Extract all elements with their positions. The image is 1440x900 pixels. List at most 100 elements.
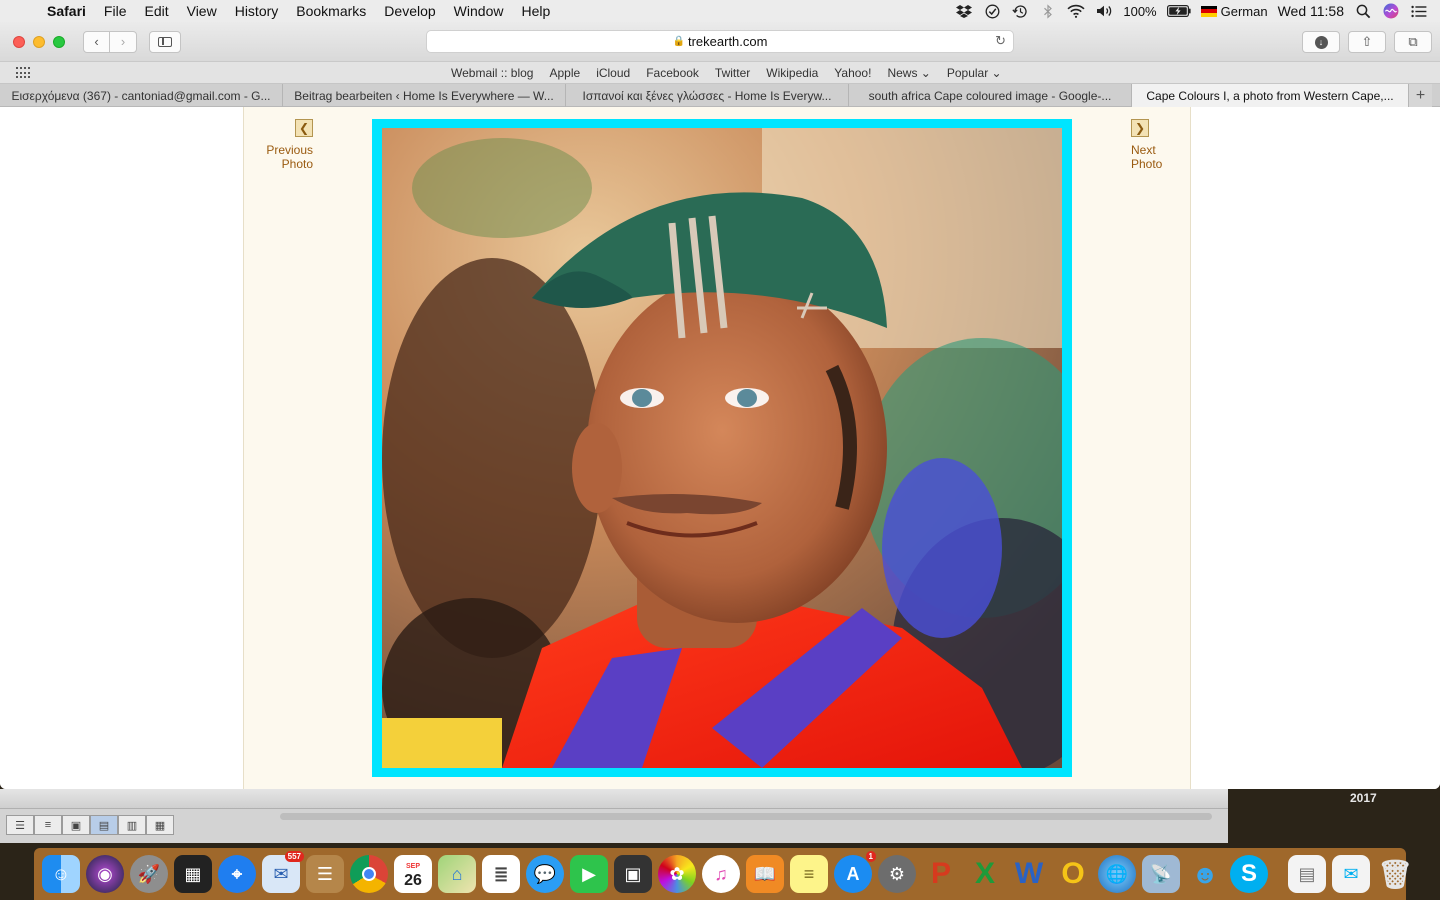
- view-list-icon[interactable]: ☰: [6, 815, 34, 835]
- skype-icon[interactable]: S: [1230, 855, 1268, 893]
- menu-develop[interactable]: Develop: [375, 0, 444, 22]
- excel-icon[interactable]: X: [966, 855, 1004, 893]
- clock[interactable]: Wed 11:58: [1278, 3, 1344, 19]
- minimize-window-button[interactable]: [33, 35, 45, 48]
- app-store-icon[interactable]: A1: [834, 851, 876, 893]
- menu-file[interactable]: File: [95, 0, 136, 22]
- next-photo-label-line1[interactable]: Next: [1131, 143, 1179, 157]
- next-photo-label-line2[interactable]: Photo: [1131, 157, 1179, 171]
- back-button[interactable]: ‹: [83, 30, 110, 53]
- sidebar-icon: [158, 36, 172, 47]
- messenger-buddies-icon[interactable]: ☻: [1186, 855, 1224, 893]
- background-window-header: [0, 789, 1228, 809]
- favorite-yahoo[interactable]: Yahoo!: [834, 66, 871, 80]
- view-detail-icon[interactable]: ▤: [90, 815, 118, 835]
- favorite-twitter[interactable]: Twitter: [715, 66, 750, 80]
- reload-icon[interactable]: ↻: [995, 33, 1006, 49]
- favorite-webmail[interactable]: Webmail :: blog: [451, 66, 533, 80]
- photo-booth-icon[interactable]: ▦: [174, 855, 212, 893]
- top-sites-grid-icon[interactable]: [16, 67, 30, 79]
- favorite-facebook[interactable]: Facebook: [646, 66, 699, 80]
- show-all-tabs-button[interactable]: ⧉: [1394, 31, 1432, 53]
- favorite-icloud[interactable]: iCloud: [596, 66, 630, 80]
- german-flag-icon[interactable]: [1200, 5, 1217, 17]
- menu-window[interactable]: Window: [445, 0, 513, 22]
- word-icon[interactable]: W: [1010, 855, 1048, 893]
- skype-document-icon[interactable]: ✉: [1332, 855, 1370, 893]
- main-photo[interactable]: [382, 128, 1062, 768]
- menu-view[interactable]: View: [178, 0, 226, 22]
- menu-help[interactable]: Help: [512, 0, 559, 22]
- desktop-folder-label[interactable]: 2017: [1350, 791, 1377, 805]
- bluetooth-icon[interactable]: [1039, 2, 1057, 20]
- view-coverflow-icon[interactable]: ▦: [146, 815, 174, 835]
- system-preferences-icon[interactable]: ⚙: [878, 855, 916, 893]
- favorite-wikipedia[interactable]: Wikipedia: [766, 66, 818, 80]
- next-photo-link[interactable]: ❯ Next Photo: [1131, 119, 1179, 171]
- chrome-icon[interactable]: [350, 855, 388, 893]
- menu-bookmarks[interactable]: Bookmarks: [287, 0, 375, 22]
- messages-icon[interactable]: 💬: [526, 855, 564, 893]
- notification-center-icon[interactable]: [1410, 2, 1428, 20]
- battery-icon[interactable]: [1166, 2, 1191, 20]
- share-button[interactable]: ⇧: [1348, 31, 1386, 53]
- maps-icon[interactable]: ⌂: [438, 855, 476, 893]
- tab-blog[interactable]: Ισπανοί και ξένες γλώσσες - Home Is Ever…: [566, 84, 849, 107]
- view-thumbnail-icon[interactable]: ▣: [62, 815, 90, 835]
- forward-button[interactable]: ›: [110, 30, 137, 53]
- arrow-left-icon[interactable]: ❮: [295, 119, 313, 137]
- itunes-icon[interactable]: ♫: [702, 855, 740, 893]
- photo-slideshow-icon[interactable]: ▣: [614, 855, 652, 893]
- document-preview-icon[interactable]: ▤: [1288, 855, 1326, 893]
- finder-icon[interactable]: ☺: [42, 855, 80, 893]
- sidebar-toggle-button[interactable]: [149, 30, 181, 53]
- address-bar[interactable]: 🔒 trekearth.com ↻: [426, 30, 1014, 53]
- dropbox-icon[interactable]: [955, 2, 973, 20]
- tab-wordpress[interactable]: Beitrag bearbeiten ‹ Home Is Everywhere …: [283, 84, 566, 107]
- network-utility-icon[interactable]: 📡: [1142, 855, 1180, 893]
- photos-icon[interactable]: ✿: [658, 855, 696, 893]
- horizontal-scrollbar[interactable]: [280, 813, 1212, 820]
- previous-photo-label-line1[interactable]: Previous: [265, 143, 313, 157]
- favorite-apple[interactable]: Apple: [549, 66, 580, 80]
- contacts-icon[interactable]: ☰: [306, 855, 344, 893]
- zoom-window-button[interactable]: [53, 35, 65, 48]
- launchpad-icon[interactable]: 🚀: [130, 855, 168, 893]
- favorite-news-folder[interactable]: News ⌄: [887, 66, 930, 80]
- view-outline-icon[interactable]: ≡: [34, 815, 62, 835]
- menu-app-safari[interactable]: Safari: [38, 0, 95, 22]
- menu-edit[interactable]: Edit: [135, 0, 177, 22]
- downloads-button[interactable]: ↓: [1302, 31, 1340, 53]
- tab-trekearth-active[interactable]: Cape Colours I, a photo from Western Cap…: [1132, 84, 1409, 107]
- tab-google-search[interactable]: south africa Cape coloured image - Googl…: [849, 84, 1132, 107]
- tab-gmail[interactable]: Εισερχόμενα (367) - cantoniad@gmail.com …: [0, 84, 283, 107]
- input-source-label[interactable]: German: [1221, 4, 1268, 19]
- arrow-right-icon[interactable]: ❯: [1131, 119, 1149, 137]
- menu-history[interactable]: History: [226, 0, 288, 22]
- new-tab-button[interactable]: +: [1409, 84, 1432, 107]
- previous-photo-link[interactable]: ❮ Previous Photo: [265, 119, 313, 171]
- reminders-icon[interactable]: ≣: [482, 855, 520, 893]
- volume-icon[interactable]: [1095, 2, 1113, 20]
- close-window-button[interactable]: [13, 35, 25, 48]
- siri-dock-icon[interactable]: ◉: [86, 855, 124, 893]
- mail-icon[interactable]: ✉ 557: [262, 851, 304, 893]
- powerpoint-icon[interactable]: P: [922, 855, 960, 893]
- outlook-icon[interactable]: O: [1054, 855, 1092, 893]
- wifi-icon[interactable]: [1067, 2, 1085, 20]
- favorite-popular-folder[interactable]: Popular ⌄: [947, 66, 1002, 80]
- spotlight-search-icon[interactable]: [1354, 2, 1372, 20]
- time-machine-icon[interactable]: [1011, 2, 1029, 20]
- view-columns-icon[interactable]: ▥: [118, 815, 146, 835]
- calendar-icon[interactable]: SEP 26: [394, 855, 432, 893]
- facetime-icon[interactable]: ▶: [570, 855, 608, 893]
- apple-menu-icon[interactable]: [16, 0, 38, 22]
- network-globe-icon[interactable]: 🌐: [1098, 855, 1136, 893]
- siri-icon[interactable]: [1382, 2, 1400, 20]
- ibooks-icon[interactable]: 📖: [746, 855, 784, 893]
- trash-icon[interactable]: 🗑: [1376, 855, 1414, 893]
- safari-dock-icon[interactable]: ⌖: [218, 855, 256, 893]
- previous-photo-label-line2[interactable]: Photo: [265, 157, 313, 171]
- task-check-icon[interactable]: [983, 2, 1001, 20]
- notes-icon[interactable]: ≡: [790, 855, 828, 893]
